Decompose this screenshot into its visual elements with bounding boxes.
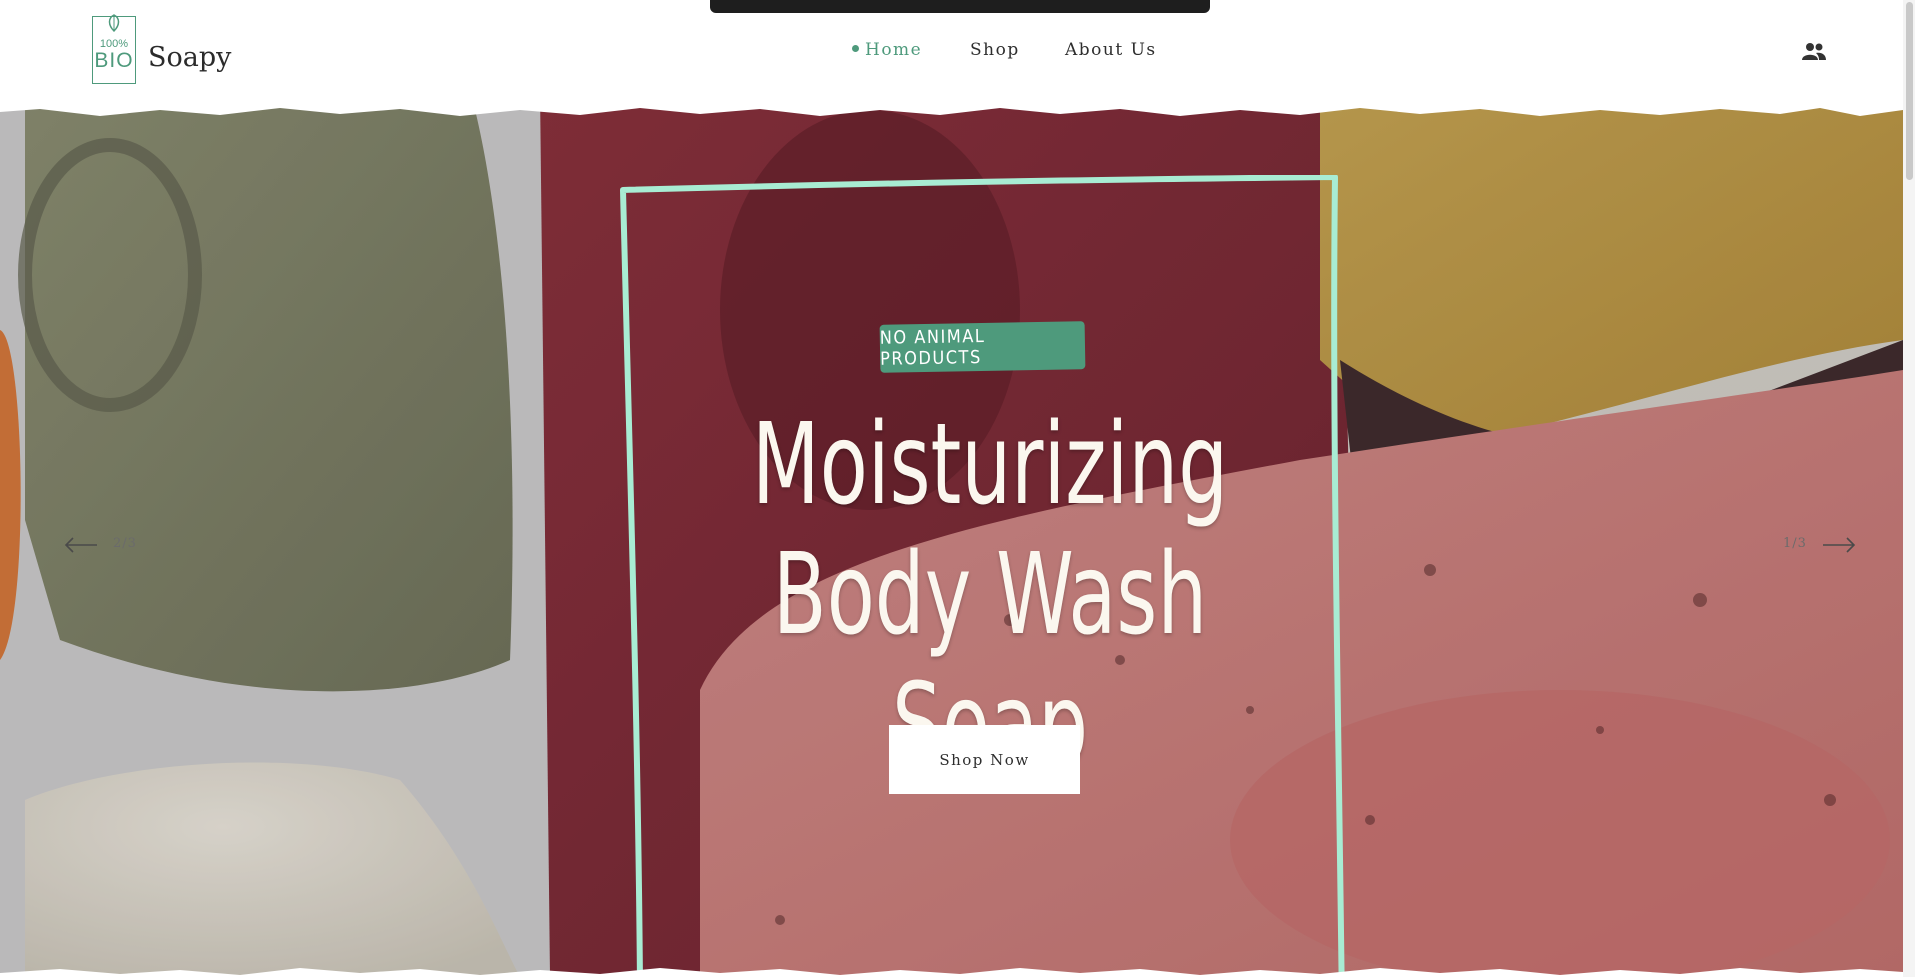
scrollbar-thumb[interactable]	[1906, 2, 1913, 180]
nav-home[interactable]: Home	[852, 40, 922, 60]
logo-bio: BIO	[94, 49, 134, 72]
arrow-left-icon[interactable]	[64, 537, 98, 553]
hero-slider: NO ANIMAL PRODUCTS Moisturizing Body Was…	[0, 100, 1903, 977]
nav-about-label: About Us	[1065, 40, 1157, 60]
leaf-icon	[108, 14, 120, 33]
headline-line-1: Moisturizing	[751, 400, 1229, 530]
site-header: 100% BIO Soapy Home Shop About Us	[0, 0, 1903, 110]
active-dot-icon	[852, 45, 859, 52]
torn-edge-bottom	[0, 968, 1903, 977]
shop-now-button[interactable]: Shop Now	[889, 725, 1080, 794]
users-icon[interactable]	[1802, 42, 1826, 60]
nav-shop-label: Shop	[970, 40, 1020, 60]
nav-home-label: Home	[865, 40, 923, 60]
logo-badge[interactable]: 100% BIO	[92, 14, 136, 84]
nav-shop[interactable]: Shop	[970, 40, 1020, 60]
no-animal-products-badge: NO ANIMAL PRODUCTS	[879, 321, 1086, 373]
nav-about-us[interactable]: About Us	[1065, 40, 1157, 60]
scrollbar[interactable]	[1903, 0, 1915, 977]
window-top-bar	[710, 0, 1210, 13]
next-slide-count: 1/3	[1783, 536, 1807, 551]
brand-name[interactable]: Soapy	[148, 42, 231, 73]
prev-slide-count: 2/3	[113, 536, 137, 551]
arrow-right-icon[interactable]	[1822, 537, 1856, 553]
torn-edge-top	[0, 100, 1903, 116]
